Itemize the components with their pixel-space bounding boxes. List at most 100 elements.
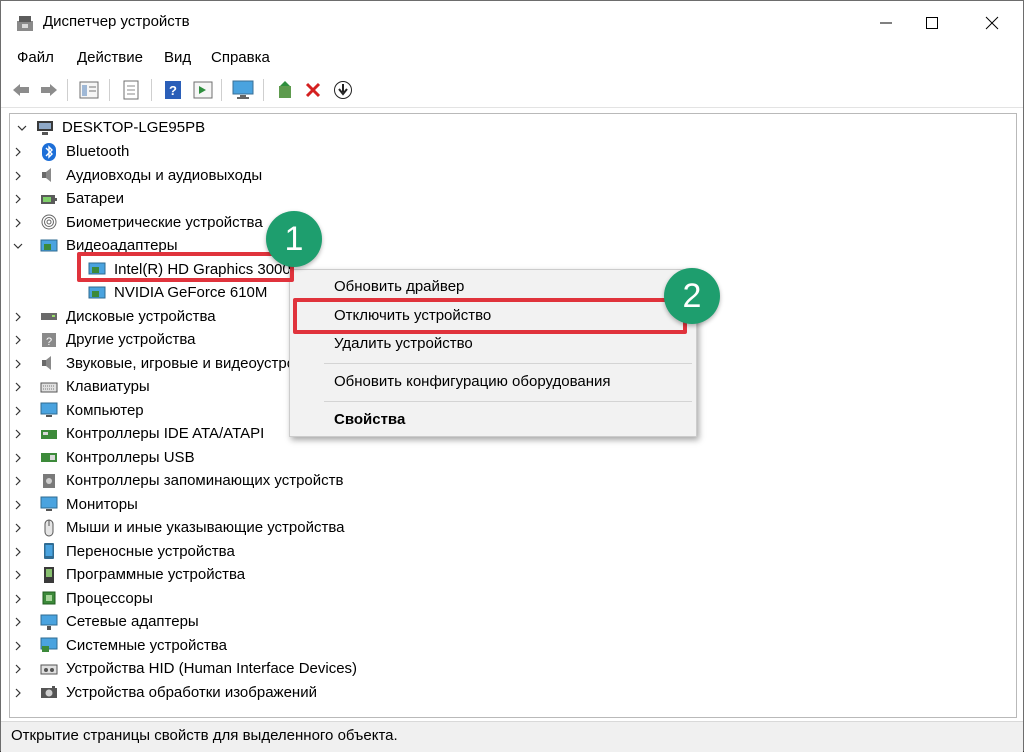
update-driver-button[interactable] [273,79,297,101]
back-button[interactable] [9,79,33,101]
chevron-down-icon[interactable] [12,240,24,252]
tree-item-battery[interactable]: Батареи [15,187,124,210]
tree-item-network[interactable]: Сетевые адаптеры [15,610,199,633]
step-badge-2: 2 [664,268,720,324]
usb-icon [40,448,58,466]
tree-item-disk[interactable]: Дисковые устройства [15,305,216,328]
tree-item-label: Контроллеры IDE ATA/ATAPI [66,425,265,442]
tree-item-system[interactable]: Системные устройства [15,634,227,657]
chevron-right-icon[interactable] [12,334,24,346]
toolbar: ? [1,73,1023,108]
tree-item-fingerprint[interactable]: Биометрические устройства [15,211,263,234]
chevron-right-icon[interactable] [12,616,24,628]
chevron-right-icon[interactable] [12,193,24,205]
tree-item-usb[interactable]: Контроллеры USB [15,446,195,469]
chevron-right-icon[interactable] [12,170,24,182]
forward-button[interactable] [37,79,61,101]
monitor-icon [232,80,254,99]
camera-icon [40,683,58,701]
computer-root-icon [36,119,54,137]
display-adapter-icon [88,284,106,302]
help-button[interactable]: ? [161,79,185,101]
cpu-icon [40,589,58,607]
tree-item-label: Биометрические устройства [66,213,263,231]
maximize-button[interactable] [909,1,955,45]
tree-item-hid[interactable]: Устройства HID (Human Interface Devices) [15,657,357,680]
chevron-right-icon[interactable] [12,405,24,417]
tree-item-label: Батареи [66,190,124,207]
tree-item-label: Переносные устройства [66,542,235,560]
portable-icon [40,542,58,560]
tree-item-software-device[interactable]: Программные устройства [15,563,245,586]
tree-item-label: Дисковые устройства [66,307,216,325]
view-icon [79,81,99,99]
tree-item-speaker[interactable]: Аудиовходы и аудиовыходы [15,164,263,187]
tree-item-camera[interactable]: Устройства обработки изображений [15,681,317,704]
context-menu: Обновить драйвер Отключить устройство Уд… [289,269,697,437]
ctx-properties[interactable]: Свойства [334,411,405,428]
chevron-right-icon[interactable] [12,522,24,534]
chevron-right-icon[interactable] [12,687,24,699]
tree-item-label: Мониторы [66,495,138,513]
action-icon [193,81,213,99]
chevron-right-icon[interactable] [12,428,24,440]
speaker-icon [40,166,58,184]
chevron-right-icon[interactable] [12,546,24,558]
chevron-right-icon[interactable] [12,569,24,581]
tree-item-ide[interactable]: Контроллеры IDE ATA/ATAPI [15,422,265,445]
ide-icon [40,425,58,443]
tree-item-label: Мыши и иные указывающие устройства [66,519,345,536]
status-text: Открытие страницы свойств для выделенног… [11,727,398,744]
svg-text:?: ? [169,83,177,98]
chevron-right-icon[interactable] [12,381,24,393]
close-button[interactable] [969,1,1015,45]
tree-item-label: Аудиовходы и аудиовыходы [66,166,263,184]
ctx-uninstall-device[interactable]: Удалить устройство [334,335,473,352]
download-icon [334,81,352,99]
chevron-right-icon[interactable] [12,593,24,605]
system-icon [40,636,58,654]
tree-item-computer[interactable]: Компьютер [15,399,144,422]
title-bar: Диспетчер устройств [1,1,1023,45]
chevron-right-icon[interactable] [12,640,24,652]
menu-file[interactable]: Файл [17,49,54,66]
tree-item-portable[interactable]: Переносные устройства [15,540,235,563]
menu-help[interactable]: Справка [211,49,270,66]
chevron-right-icon[interactable] [12,217,24,229]
ctx-scan-hardware[interactable]: Обновить конфигурацию оборудования [334,373,611,390]
device-manager-icon [15,13,35,33]
tree-item-storage[interactable]: Контроллеры запоминающих устройств [15,469,344,492]
tree-child-display-adapter[interactable]: NVIDIA GeForce 610M [88,281,267,304]
disk-icon [40,307,58,325]
tree-item-label: Контроллеры запоминающих устройств [66,472,344,489]
status-bar: Открытие страницы свойств для выделенног… [1,721,1023,752]
minimize-button[interactable] [863,1,909,45]
menu-action[interactable]: Действие [77,49,143,66]
menu-view[interactable]: Вид [164,49,191,66]
properties-icon [123,80,139,100]
display-adapter-icon [40,237,58,255]
tree-item-bluetooth[interactable]: Bluetooth [15,140,129,163]
chevron-right-icon[interactable] [12,311,24,323]
tree-root[interactable]: DESKTOP-LGE95PB [16,116,205,139]
tree-item-unknown-device[interactable]: ? Другие устройства [15,328,195,351]
chevron-right-icon[interactable] [12,663,24,675]
tree-item-cpu[interactable]: Процессоры [15,587,153,610]
chevron-right-icon[interactable] [12,358,24,370]
action-button[interactable] [191,79,215,101]
chevron-right-icon[interactable] [12,499,24,511]
chevron-right-icon[interactable] [12,475,24,487]
chevron-right-icon[interactable] [12,146,24,158]
tree-item-mouse[interactable]: Мыши и иные указывающие устройства [15,516,345,539]
chevron-right-icon[interactable] [12,452,24,464]
tree-item-label: Сетевые адаптеры [66,613,199,630]
ctx-update-driver[interactable]: Обновить драйвер [334,278,464,295]
tree-item-monitor[interactable]: Мониторы [15,493,138,516]
download-button[interactable] [331,79,355,101]
network-icon [40,613,58,631]
view-button[interactable] [77,79,101,101]
delete-button[interactable] [301,79,325,101]
scan-button[interactable] [231,79,255,101]
properties-button[interactable] [119,79,143,101]
tree-item-keyboard[interactable]: Клавиатуры [15,375,150,398]
